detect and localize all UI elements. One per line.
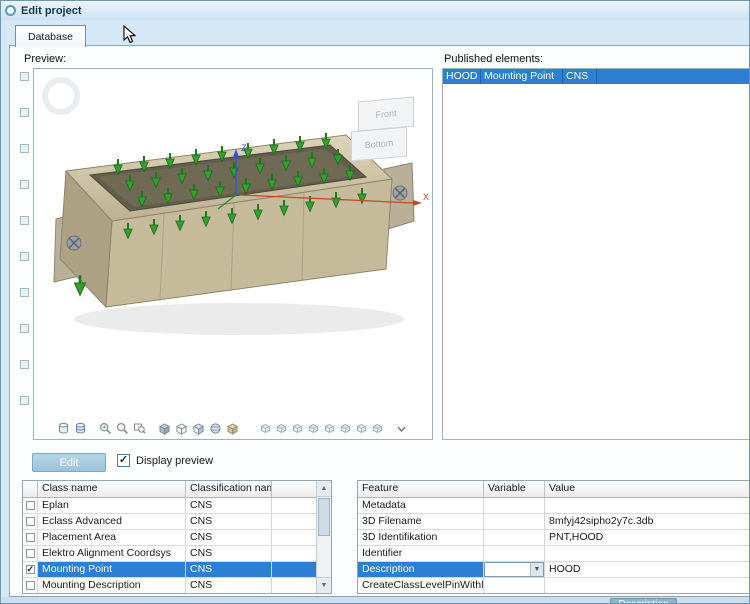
published-elements-list[interactable]: HOOD Mounting Point CNS xyxy=(442,68,750,440)
table-row[interactable]: Eclass Advanced CNS xyxy=(23,514,316,530)
side-toolbar-button[interactable] xyxy=(20,288,29,297)
table-row[interactable]: 3D Filename 8mfyj42sipho2y7c.3db xyxy=(358,514,750,530)
side-toolbar-button[interactable] xyxy=(20,360,29,369)
row-checkbox[interactable] xyxy=(26,517,35,526)
viewcube-bottom-face[interactable]: Bottom xyxy=(351,127,407,162)
table-row[interactable]: CreateClassLevelPinWithName xyxy=(358,578,750,594)
row-checkbox[interactable] xyxy=(26,549,35,558)
side-toolbar-button[interactable] xyxy=(20,144,29,153)
preview-label: Preview: xyxy=(24,53,66,65)
scrollbar-thumb[interactable] xyxy=(318,498,330,536)
description-button[interactable]: Description xyxy=(610,598,677,604)
side-toolbar-button[interactable] xyxy=(20,324,29,333)
zoom-fit-icon[interactable] xyxy=(132,421,147,436)
side-toolbar-button[interactable] xyxy=(20,396,29,405)
edit-button[interactable]: Edit xyxy=(32,453,106,472)
table-row[interactable]: Mounting Description CNS xyxy=(23,578,316,594)
published-row-selected[interactable]: HOOD Mounting Point CNS xyxy=(443,69,750,84)
side-toolbar xyxy=(20,72,29,405)
edit-project-window: Edit project Database Preview: xyxy=(0,0,750,604)
side-toolbar-button[interactable] xyxy=(20,72,29,81)
published-cell: HOOD xyxy=(443,69,481,84)
cube-material-icon[interactable] xyxy=(225,421,240,436)
column-header-variable: Variable xyxy=(484,481,545,497)
description-button-label: Description xyxy=(618,599,668,604)
side-toolbar-button[interactable] xyxy=(20,252,29,261)
table-row-selected[interactable]: Description ▼ HOOD xyxy=(358,562,750,578)
display-preview-label: Display preview xyxy=(136,455,213,467)
view-orientation-icon[interactable] xyxy=(290,422,304,436)
database-layers-icon[interactable] xyxy=(73,421,88,436)
column-header-class-name: Class name xyxy=(38,481,186,497)
view-orientation-icon[interactable] xyxy=(338,422,352,436)
view-orientation-icon[interactable] xyxy=(370,422,384,436)
table-row[interactable]: Elektro Alignment Coordsys CNS xyxy=(23,546,316,562)
published-cell: CNS xyxy=(563,69,597,84)
tab-label: Database xyxy=(28,31,73,43)
cube-shaded-icon[interactable] xyxy=(191,421,206,436)
table-row[interactable]: 3D Identifikation PNT,HOOD xyxy=(358,530,750,546)
mouse-cursor-icon xyxy=(123,25,136,44)
table-row[interactable]: Metadata xyxy=(358,498,750,514)
viewcube-front-label: Front xyxy=(375,108,396,120)
side-toolbar-button[interactable] xyxy=(20,216,29,225)
tab-page: Preview: xyxy=(9,45,750,597)
side-toolbar-button[interactable] xyxy=(20,180,29,189)
tab-database[interactable]: Database xyxy=(15,25,86,47)
class-table-header: Class name Classification name xyxy=(23,481,316,498)
app-icon xyxy=(5,5,16,16)
table-row[interactable]: Placement Area CNS xyxy=(23,530,316,546)
edit-button-label: Edit xyxy=(60,457,79,469)
feature-table-header: Feature Variable Value xyxy=(358,481,750,498)
axis-z-label: Z xyxy=(241,143,247,153)
view-orientation-icon[interactable] xyxy=(306,422,320,436)
vertical-scrollbar[interactable]: ▲ ▼ xyxy=(316,481,331,593)
view-orientation-icon[interactable] xyxy=(322,422,336,436)
feature-table: Feature Variable Value Metadata 3D Filen… xyxy=(357,480,750,594)
column-header-value: Value xyxy=(545,481,750,497)
column-header-feature: Feature xyxy=(358,481,484,497)
side-toolbar-button[interactable] xyxy=(20,108,29,117)
scroll-down-icon[interactable]: ▼ xyxy=(317,577,331,593)
viewcube-bottom-label: Bottom xyxy=(365,138,394,150)
axis-x-label: X xyxy=(423,192,429,202)
class-table: Class name Classification name Eplan CNS… xyxy=(22,480,332,594)
zoom-in-icon[interactable] xyxy=(98,421,113,436)
display-preview-checkbox[interactable]: ✓ xyxy=(117,454,130,467)
scroll-up-icon[interactable]: ▲ xyxy=(317,481,331,497)
window-title: Edit project xyxy=(21,5,82,17)
row-checkbox[interactable] xyxy=(26,501,35,510)
preview-3d-viewport[interactable]: Z X Front Bottom xyxy=(33,68,433,440)
checkbox-check-icon: ✓ xyxy=(119,455,128,466)
row-checkbox[interactable] xyxy=(26,533,35,542)
zoom-icon[interactable] xyxy=(115,421,130,436)
table-row[interactable]: Eplan CNS xyxy=(23,498,316,514)
value-edit-field[interactable]: HOOD xyxy=(545,562,750,577)
table-row[interactable]: Identifier xyxy=(358,546,750,562)
view-orientation-icon[interactable] xyxy=(274,422,288,436)
cube-solid-icon[interactable] xyxy=(157,421,172,436)
dropdown-arrow-icon[interactable]: ▼ xyxy=(530,563,543,576)
preview-toolbar xyxy=(56,421,409,436)
row-checkbox[interactable] xyxy=(26,581,35,590)
published-elements-label: Published elements: xyxy=(444,53,543,65)
view-orientation-icon[interactable] xyxy=(258,422,272,436)
database-icon[interactable] xyxy=(56,421,71,436)
variable-dropdown[interactable]: ▼ xyxy=(484,562,544,577)
cube-wireframe-icon[interactable] xyxy=(174,421,189,436)
published-cell: Mounting Point xyxy=(481,69,563,84)
titlebar: Edit project xyxy=(1,1,749,20)
chevron-down-icon[interactable] xyxy=(394,421,409,436)
column-header-classification-name: Classification name xyxy=(186,481,272,497)
view-orientation-icon[interactable] xyxy=(354,422,368,436)
table-row-selected[interactable]: ✓ Mounting Point CNS xyxy=(23,562,316,578)
row-checkbox-checked[interactable]: ✓ xyxy=(26,565,35,574)
sphere-icon[interactable] xyxy=(208,421,223,436)
